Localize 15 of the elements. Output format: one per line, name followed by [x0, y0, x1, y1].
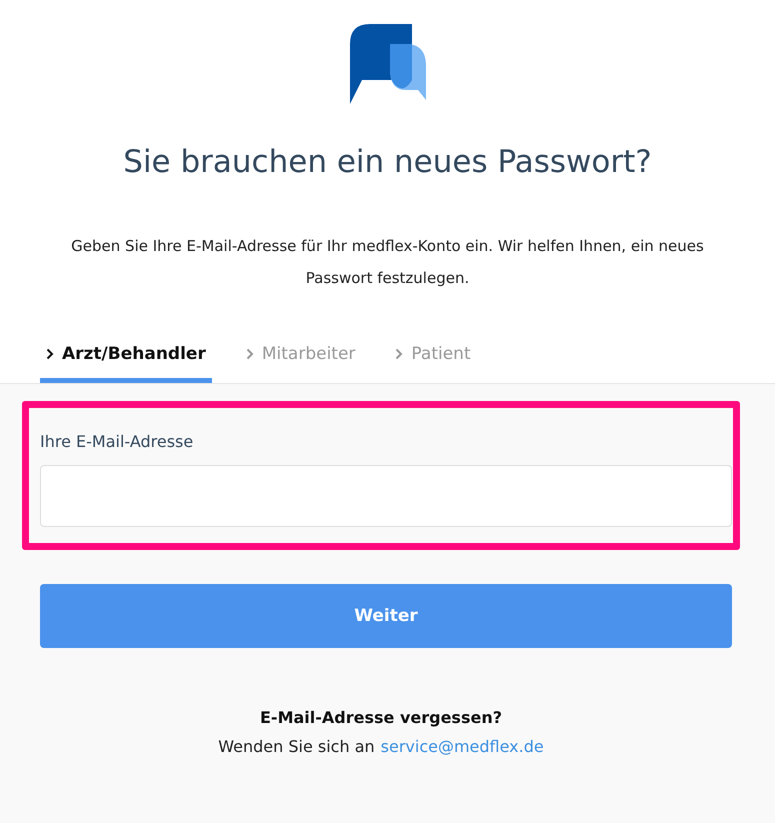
chevron-icon — [395, 348, 404, 360]
chevron-icon — [46, 348, 54, 360]
email-field[interactable] — [40, 465, 732, 527]
page-title: Sie brauchen ein neues Passwort? — [123, 144, 652, 180]
tab[interactable]: Arzt/Behandler — [40, 344, 212, 383]
email-link[interactable]: service@medflex.de — [380, 737, 544, 756]
footer-heading: E-Mail-Adresse vergessen? — [260, 708, 502, 727]
logo-icon — [350, 24, 426, 104]
chevron-icon — [246, 348, 254, 360]
tab[interactable]: Mitarbeiter — [240, 344, 362, 383]
continue-button[interactable]: Weiter — [40, 584, 732, 648]
tab[interactable]: Patient — [389, 344, 477, 383]
footer-text: Wenden Sie sich an — [218, 737, 375, 756]
email-label: Ihre E-Mail-Adresse — [40, 432, 194, 451]
intro-text: Geben Sie Ihre E-Mail-Adresse für Ihr medflex-Konto ein. Wir helfen Ihnen, ein neues Passwort festzulegen. — [70, 236, 705, 289]
